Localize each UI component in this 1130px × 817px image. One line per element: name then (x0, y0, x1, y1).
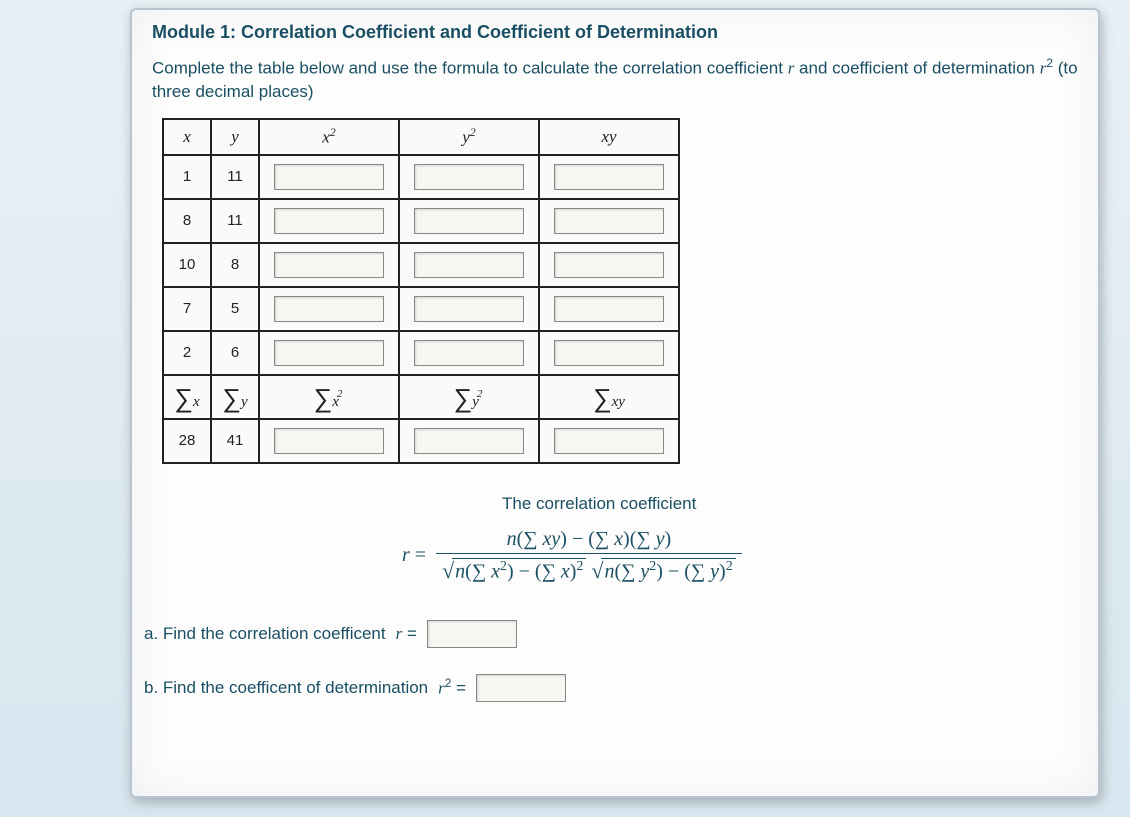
input-xy-2[interactable] (554, 252, 664, 278)
input-y2-2[interactable] (414, 252, 524, 278)
input-x2-3[interactable] (274, 296, 384, 322)
questions: a. Find the correlation coefficent r = b… (144, 620, 1078, 702)
cell-y: 6 (211, 331, 259, 375)
table-row: 1 11 (163, 155, 679, 199)
header-x2: x2 (259, 119, 399, 155)
formula-num: n(∑ xy) − (∑ x)(∑ y) (501, 528, 678, 553)
sigma-y-label: ∑y (211, 375, 259, 419)
cell-x: 2 (163, 331, 211, 375)
header-x: x (163, 119, 211, 155)
table-row: 7 5 (163, 287, 679, 331)
input-sum-xy[interactable] (554, 428, 664, 454)
question-card: Module 1: Correlation Coefficient and Co… (130, 8, 1100, 798)
question-a-text: a. Find the correlation coefficent (144, 624, 386, 644)
input-xy-0[interactable] (554, 164, 664, 190)
module-title: Module 1: Correlation Coefficient and Co… (152, 22, 1078, 43)
input-sum-y2[interactable] (414, 428, 524, 454)
cell-x: 7 (163, 287, 211, 331)
formula: r = n(∑ xy) − (∑ x)(∑ y) n(∑ x2) − (∑ x)… (402, 528, 1078, 584)
cell-x: 8 (163, 199, 211, 243)
sum-y: 41 (211, 419, 259, 463)
cell-y: 11 (211, 199, 259, 243)
input-x2-4[interactable] (274, 340, 384, 366)
input-sum-x2[interactable] (274, 428, 384, 454)
cell-y: 5 (211, 287, 259, 331)
cell-y: 11 (211, 155, 259, 199)
question-b-text: b. Find the coefficent of determination (144, 678, 428, 698)
question-b-sym: r2 = (438, 676, 466, 699)
input-y2-1[interactable] (414, 208, 524, 234)
input-x2-0[interactable] (274, 164, 384, 190)
table-row: 8 11 (163, 199, 679, 243)
sigma-y2-label: ∑y2 (399, 375, 539, 419)
question-a-sym: r = (396, 624, 417, 644)
input-xy-1[interactable] (554, 208, 664, 234)
input-xy-4[interactable] (554, 340, 664, 366)
data-table: x y x2 y2 xy 1 11 8 11 10 8 7 (162, 118, 680, 464)
formula-block: The correlation coefficient r = n(∑ xy) … (402, 494, 1078, 584)
cell-x: 10 (163, 243, 211, 287)
formula-lhs: r = (402, 544, 426, 567)
cell-y: 8 (211, 243, 259, 287)
input-y2-0[interactable] (414, 164, 524, 190)
instructions: Complete the table below and use the for… (152, 55, 1078, 104)
sum-row: 28 41 (163, 419, 679, 463)
cell-x: 1 (163, 155, 211, 199)
question-b: b. Find the coefficent of determination … (144, 674, 1078, 702)
formula-den: n(∑ x2) − (∑ x)2 n(∑ y2) − (∑ y)2 (436, 553, 742, 584)
instructions-p1: Complete the table below and use the for… (152, 59, 788, 78)
input-y2-3[interactable] (414, 296, 524, 322)
header-xy: xy (539, 119, 679, 155)
sigma-xy-label: ∑xy (539, 375, 679, 419)
input-xy-3[interactable] (554, 296, 664, 322)
sigma-x2-label: ∑x2 (259, 375, 399, 419)
input-x2-2[interactable] (274, 252, 384, 278)
input-y2-4[interactable] (414, 340, 524, 366)
sigma-label-row: ∑x ∑y ∑x2 ∑y2 ∑xy (163, 375, 679, 419)
sigma-x-label: ∑x (163, 375, 211, 419)
table-row: 2 6 (163, 331, 679, 375)
header-y2: y2 (399, 119, 539, 155)
answer-r2[interactable] (476, 674, 566, 702)
sum-x: 28 (163, 419, 211, 463)
input-x2-1[interactable] (274, 208, 384, 234)
question-a: a. Find the correlation coefficent r = (144, 620, 1078, 648)
table-row: 10 8 (163, 243, 679, 287)
header-y: y (211, 119, 259, 155)
formula-caption: The correlation coefficient (502, 494, 1078, 514)
instructions-p2: and coefficient of determination (794, 59, 1039, 78)
answer-r[interactable] (427, 620, 517, 648)
formula-fraction: n(∑ xy) − (∑ x)(∑ y) n(∑ x2) − (∑ x)2 n(… (436, 528, 742, 584)
table-header-row: x y x2 y2 xy (163, 119, 679, 155)
